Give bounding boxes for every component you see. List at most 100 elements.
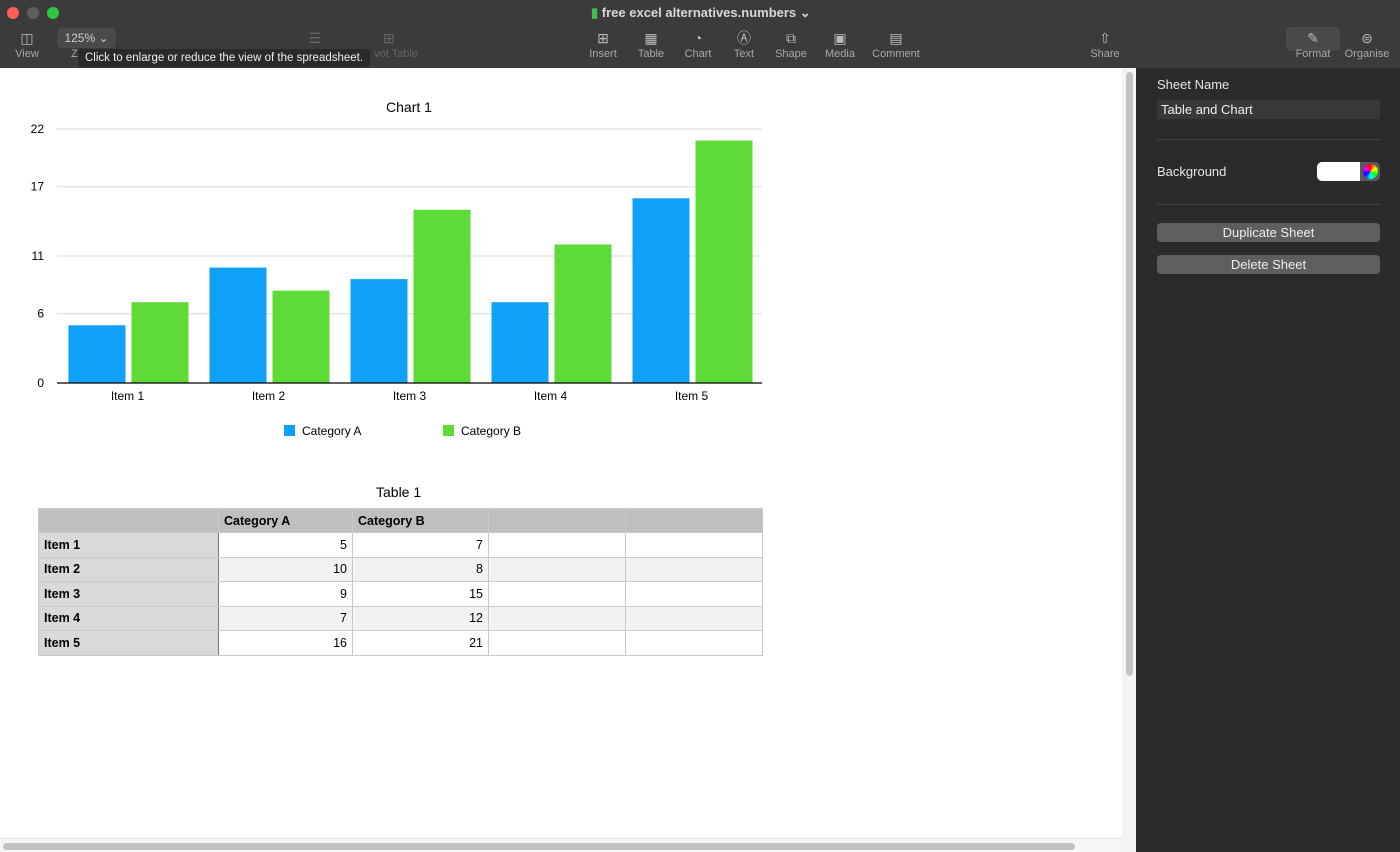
zoom-select[interactable]: 125% ⌄ [57,28,116,48]
cell[interactable]: 21 [352,630,489,656]
pivot-table-button[interactable]: ⊞ vot Table [371,28,421,60]
header-cell[interactable] [38,508,219,533]
cell[interactable] [488,630,626,656]
title-text: free excel alternatives.numbers [601,5,797,20]
cell[interactable] [625,581,763,607]
zoom-window-button[interactable] [47,7,59,19]
cell[interactable]: 7 [218,605,353,631]
cell[interactable]: 8 [352,556,489,582]
media-label: Media [825,48,855,60]
row-header[interactable]: Item 5 [38,630,219,656]
format-label: Format [1295,48,1331,60]
bar-category-b [272,290,330,383]
row-header[interactable]: Item 4 [38,605,219,631]
x-tick-label: Item 2 [252,389,286,403]
cell[interactable] [488,581,626,607]
table-title[interactable]: Table 1 [376,484,421,500]
header-cell[interactable]: Category A [218,508,353,533]
cell[interactable] [488,532,626,558]
organise-icon: ⊜ [1361,30,1373,46]
legend-swatch [443,425,454,436]
sheet-name-label: Sheet Name [1157,77,1230,92]
view-label: View [15,48,39,60]
organise-label: Organise [1344,48,1390,60]
bar-category-b [131,302,189,383]
y-tick-label: 17 [31,180,45,194]
window-title[interactable]: ▮ free excel alternatives.numbers ⌄ [591,5,811,21]
cell[interactable] [488,605,626,631]
vertical-scroll-thumb[interactable] [1126,72,1133,676]
format-sidebar: Sheet Name Table and Chart Background Du… [1136,68,1400,852]
background-color-well[interactable] [1317,162,1380,181]
delete-sheet-button[interactable]: Delete Sheet [1157,255,1380,274]
cell[interactable] [488,556,626,582]
color-wheel-icon[interactable] [1363,164,1378,179]
cell[interactable]: 7 [352,532,489,558]
chart-label: Chart [684,48,712,60]
cell[interactable]: 12 [352,605,489,631]
cell[interactable]: 16 [218,630,353,656]
row-header[interactable]: Item 2 [38,556,219,582]
data-table[interactable]: Category A Category B Item 157 Item 2 10 8… [38,508,763,656]
share-button[interactable]: ⇧ Share [1088,28,1122,60]
text-icon: Ⓐ [737,30,751,46]
table-row: Item 3 9 15 [38,581,763,607]
duplicate-sheet-button[interactable]: Duplicate Sheet [1157,223,1380,242]
share-label: Share [1090,48,1120,60]
cell[interactable]: 15 [352,581,489,607]
media-button[interactable]: ▣ Media [821,28,859,60]
row-header[interactable]: Item 3 [38,581,219,607]
organise-button[interactable]: ⊜ Organise [1343,28,1391,60]
header-cell[interactable]: Category B [352,508,489,533]
text-button[interactable]: Ⓐ Text [728,28,760,60]
chart-button[interactable]: ◔ Chart [680,28,716,60]
chart[interactable]: Chart 1 0 6 11 17 22 Item 1 Item 2 Item 3 Item 4 I… [0,68,800,458]
comment-button[interactable]: ▤ Comment [870,28,922,60]
media-icon: ▣ [833,30,847,46]
view-button[interactable]: ◫ View [12,28,42,60]
categories-button[interactable]: ☰ [305,28,325,48]
shape-button[interactable]: ⧉ Shape [773,28,809,60]
cell[interactable]: 5 [218,532,353,558]
zoom-value: 125% [64,31,96,45]
cell[interactable]: 9 [218,581,353,607]
minimize-button[interactable] [27,7,39,19]
table-header-row: Category A Category B [38,508,763,533]
format-button[interactable]: ✎ Format [1292,28,1334,60]
toolbar: ▮ free excel alternatives.numbers ⌄ ◫ Vie… [0,0,1400,68]
bar-category-a [632,198,690,383]
y-tick-label: 6 [37,307,44,321]
shape-icon: ⧉ [786,30,796,46]
bar-category-a [209,267,267,383]
shape-label: Shape [775,48,807,60]
header-cell[interactable] [488,508,626,533]
cell[interactable]: 10 [218,556,353,582]
zoom-label: Z [71,48,78,60]
sheet-canvas[interactable]: Chart 1 0 6 11 17 22 Item 1 Item 2 Item 3 Item 4I… [0,68,1122,852]
chart-icon: ◔ [693,30,703,46]
horizontal-scrollbar[interactable] [0,838,1122,852]
bar-category-a [491,302,549,383]
cell[interactable] [625,630,763,656]
table-row: Item 4 7 12 [38,605,763,631]
cell[interactable] [625,532,763,558]
x-tick-label: Item 3 [393,389,427,403]
legend-swatch [284,425,295,436]
cell[interactable] [625,605,763,631]
table-button[interactable]: ▦ Table [633,28,669,60]
vertical-scrollbar[interactable] [1122,68,1136,852]
x-tick-label: Item 5 [675,389,709,403]
insert-button[interactable]: ⊞ Insert [583,28,623,60]
cell[interactable] [625,556,763,582]
header-cell[interactable] [625,508,763,533]
text-label: Text [733,48,755,60]
bar-category-a [68,325,126,383]
color-swatch[interactable] [1317,162,1360,181]
comment-icon: ▤ [889,30,903,46]
row-header[interactable]: Item 1 [38,532,219,558]
insert-icon: ⊞ [597,30,609,46]
close-button[interactable] [7,7,19,19]
legend-label: Category B [461,424,521,438]
horizontal-scroll-thumb[interactable] [3,843,1075,850]
sheet-name-input[interactable]: Table and Chart [1157,100,1380,119]
